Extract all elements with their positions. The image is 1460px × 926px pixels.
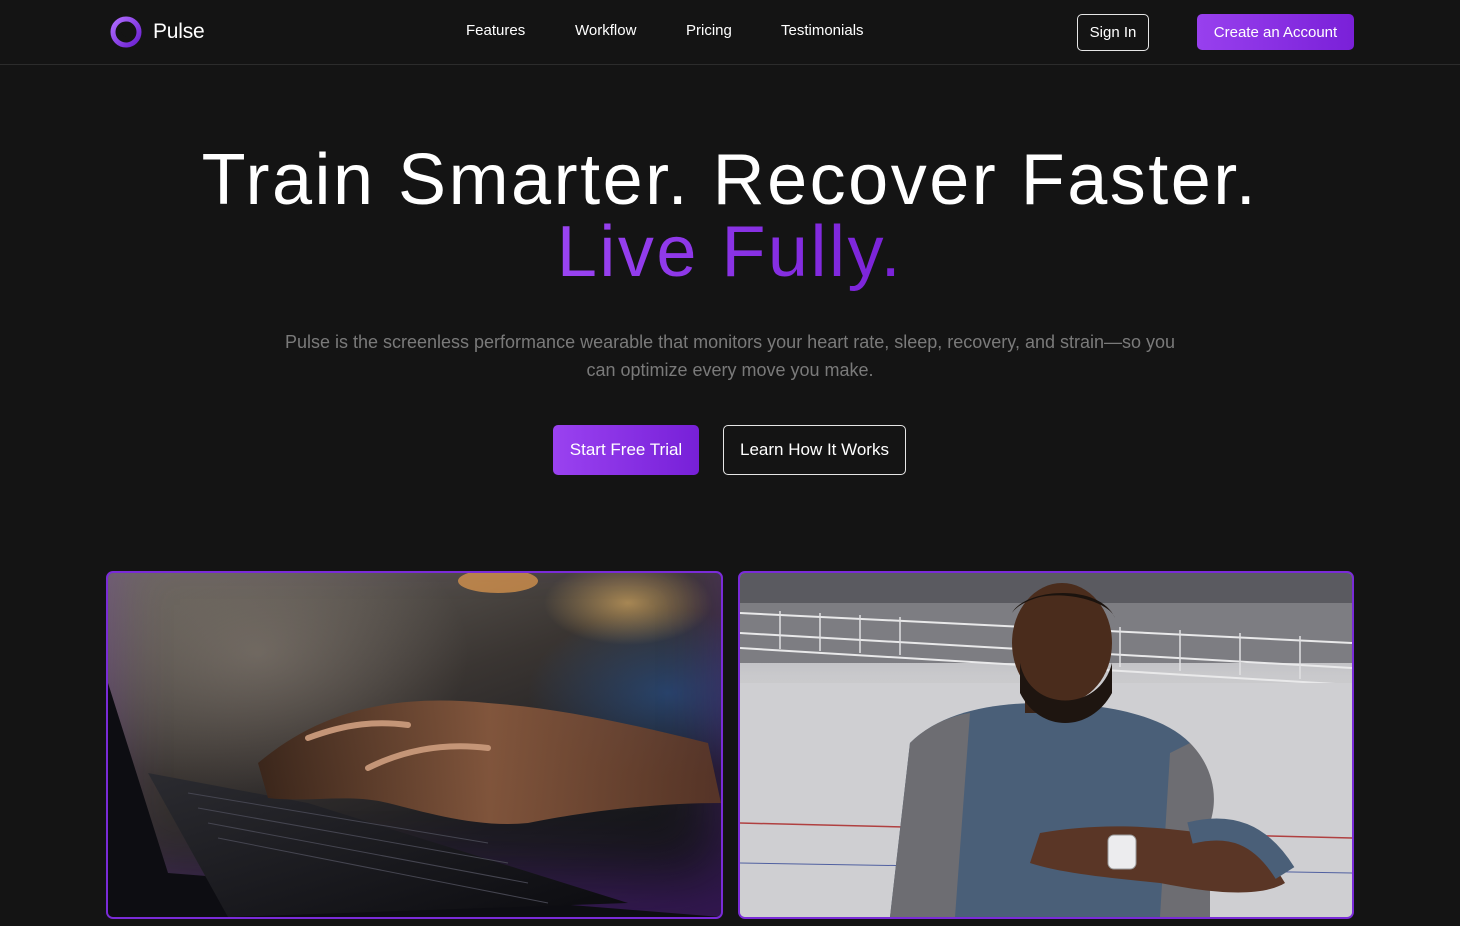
nav-link-workflow[interactable]: Workflow: [575, 22, 636, 39]
hero-subtitle: Pulse is the screenless performance wear…: [284, 332, 1176, 380]
hero-title-accent-text: Live Fully.: [556, 212, 904, 292]
top-navbar: Pulse Features Workflow Pricing Testimon…: [0, 0, 1460, 65]
hero-title: Train Smarter. Recover Faster.: [201, 140, 1259, 220]
laptop-typing-photo-icon: [108, 573, 721, 917]
learn-how-it-works-button[interactable]: Learn How It Works: [723, 425, 906, 475]
laptop-typing-image: [106, 571, 723, 919]
athlete-checking-watch-photo-icon: [740, 573, 1352, 917]
create-account-button[interactable]: Create an Account: [1197, 14, 1354, 50]
nav-link-testimonials[interactable]: Testimonials: [781, 22, 864, 39]
nav-link-features[interactable]: Features: [466, 22, 525, 39]
sign-in-button[interactable]: Sign In: [1077, 14, 1149, 51]
hero-title-accent: Live Fully.: [0, 212, 1460, 292]
athlete-checking-watch-image: [738, 571, 1354, 919]
nav-link-pricing[interactable]: Pricing: [686, 22, 732, 39]
start-free-trial-button[interactable]: Start Free Trial: [553, 425, 699, 475]
